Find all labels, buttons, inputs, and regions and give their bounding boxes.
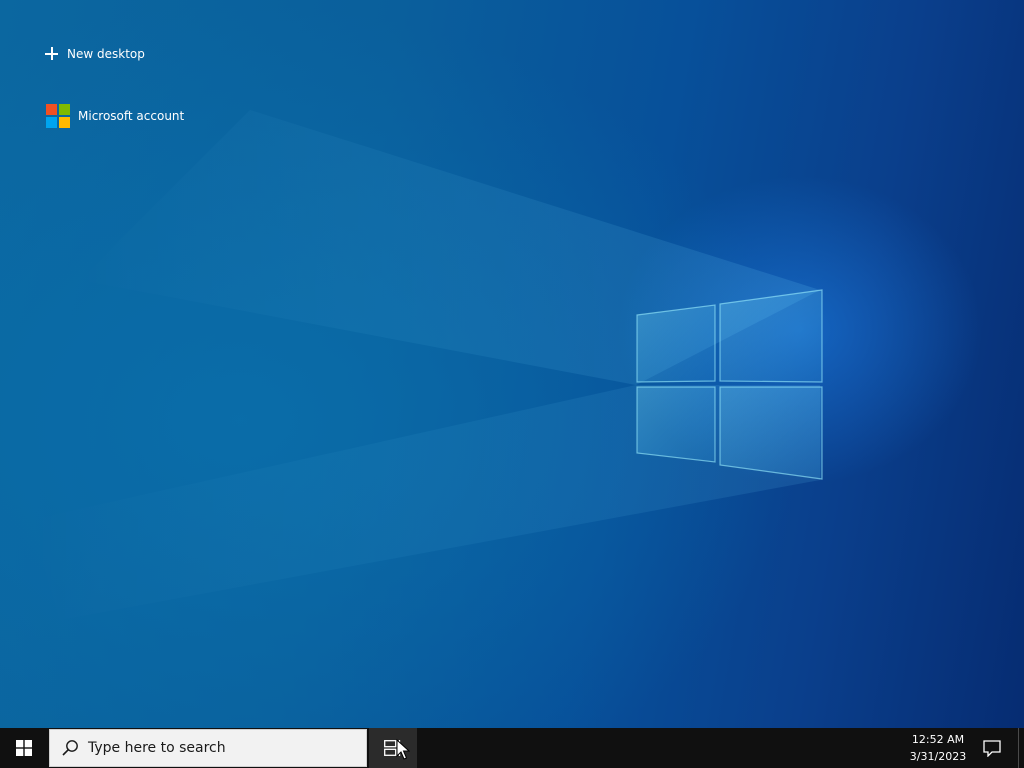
logo-green-square bbox=[59, 104, 70, 115]
new-desktop-label: New desktop bbox=[67, 47, 145, 61]
system-clock[interactable]: 12:52 AM 3/31/2023 bbox=[900, 728, 976, 768]
show-desktop-button[interactable] bbox=[1018, 728, 1024, 768]
action-center-button[interactable] bbox=[976, 728, 1008, 768]
task-view-icon bbox=[384, 740, 401, 756]
microsoft-logo-icon bbox=[46, 104, 70, 128]
task-view-button[interactable] bbox=[369, 728, 417, 768]
desktop-wallpaper: New desktop Microsoft account bbox=[0, 0, 1024, 728]
taskbar: Type here to search 12:52 AM 3/31/2023 bbox=[0, 728, 1024, 768]
notification-icon bbox=[983, 739, 1001, 757]
plus-icon bbox=[44, 46, 60, 62]
new-desktop-button[interactable]: New desktop bbox=[44, 42, 145, 66]
logo-yellow-square bbox=[59, 117, 70, 128]
search-input[interactable]: Type here to search bbox=[49, 729, 367, 767]
logo-red-square bbox=[46, 104, 57, 115]
microsoft-account-button[interactable]: Microsoft account bbox=[46, 104, 184, 128]
search-icon bbox=[60, 738, 80, 758]
clock-time: 12:52 AM bbox=[911, 733, 965, 746]
windows-logo-icon bbox=[16, 740, 32, 756]
clock-date: 3/31/2023 bbox=[909, 750, 967, 763]
search-placeholder: Type here to search bbox=[88, 740, 226, 756]
task-view-panel: New desktop Microsoft account bbox=[0, 0, 300, 150]
microsoft-account-label: Microsoft account bbox=[78, 109, 185, 123]
logo-blue-square bbox=[46, 117, 57, 128]
start-button[interactable] bbox=[0, 728, 48, 768]
